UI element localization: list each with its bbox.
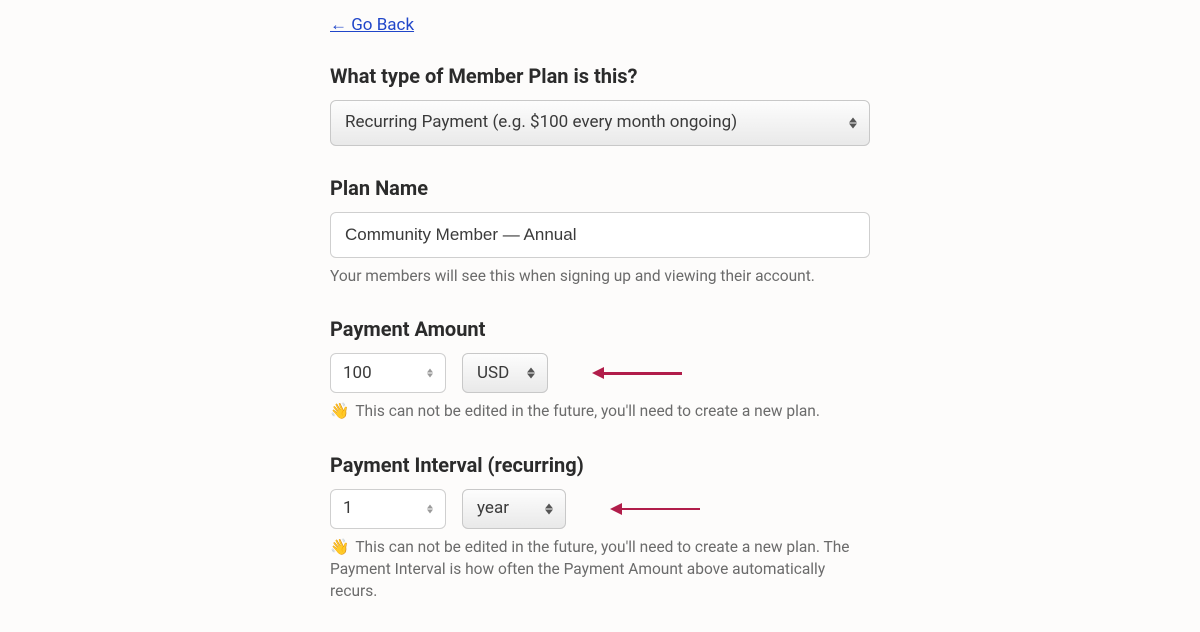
annotation-arrow bbox=[610, 503, 700, 515]
payment-amount-value: 100 bbox=[343, 362, 372, 386]
go-back-link[interactable]: ← Go Back bbox=[330, 14, 414, 38]
annotation-arrow bbox=[592, 367, 682, 379]
stepper-icon bbox=[427, 505, 433, 514]
payment-interval-help-text: This can not be edited in the future, yo… bbox=[330, 538, 850, 599]
sort-icon bbox=[527, 368, 535, 379]
stepper-icon bbox=[427, 369, 433, 378]
plan-type-value: Recurring Payment (e.g. $100 every month… bbox=[345, 111, 737, 135]
plan-name-heading: Plan Name bbox=[330, 174, 870, 202]
payment-amount-heading: Payment Amount bbox=[330, 315, 870, 343]
payment-interval-value: 1 bbox=[343, 497, 353, 521]
currency-value: USD bbox=[477, 362, 509, 386]
wave-icon: 👋 bbox=[330, 538, 349, 556]
sort-icon bbox=[849, 117, 857, 128]
sort-icon bbox=[545, 504, 553, 515]
plan-type-heading: What type of Member Plan is this? bbox=[330, 62, 870, 90]
interval-unit-value: year bbox=[477, 497, 509, 521]
currency-select[interactable]: USD bbox=[462, 353, 548, 393]
member-plan-form: ← Go Back What type of Member Plan is th… bbox=[320, 0, 880, 632]
interval-unit-select[interactable]: year bbox=[462, 489, 566, 529]
plan-name-help: Your members will see this when signing … bbox=[330, 266, 870, 288]
payment-amount-input[interactable]: 100 bbox=[330, 353, 446, 393]
wave-icon: 👋 bbox=[330, 402, 349, 420]
payment-interval-input[interactable]: 1 bbox=[330, 489, 446, 529]
payment-interval-help: 👋This can not be edited in the future, y… bbox=[330, 537, 870, 602]
plan-name-input[interactable] bbox=[330, 212, 870, 258]
payment-amount-help-text: This can not be edited in the future, yo… bbox=[355, 402, 820, 420]
plan-type-select[interactable]: Recurring Payment (e.g. $100 every month… bbox=[330, 100, 870, 146]
payment-interval-heading: Payment Interval (recurring) bbox=[330, 451, 870, 479]
payment-amount-help: 👋 This can not be edited in the future, y… bbox=[330, 401, 870, 423]
